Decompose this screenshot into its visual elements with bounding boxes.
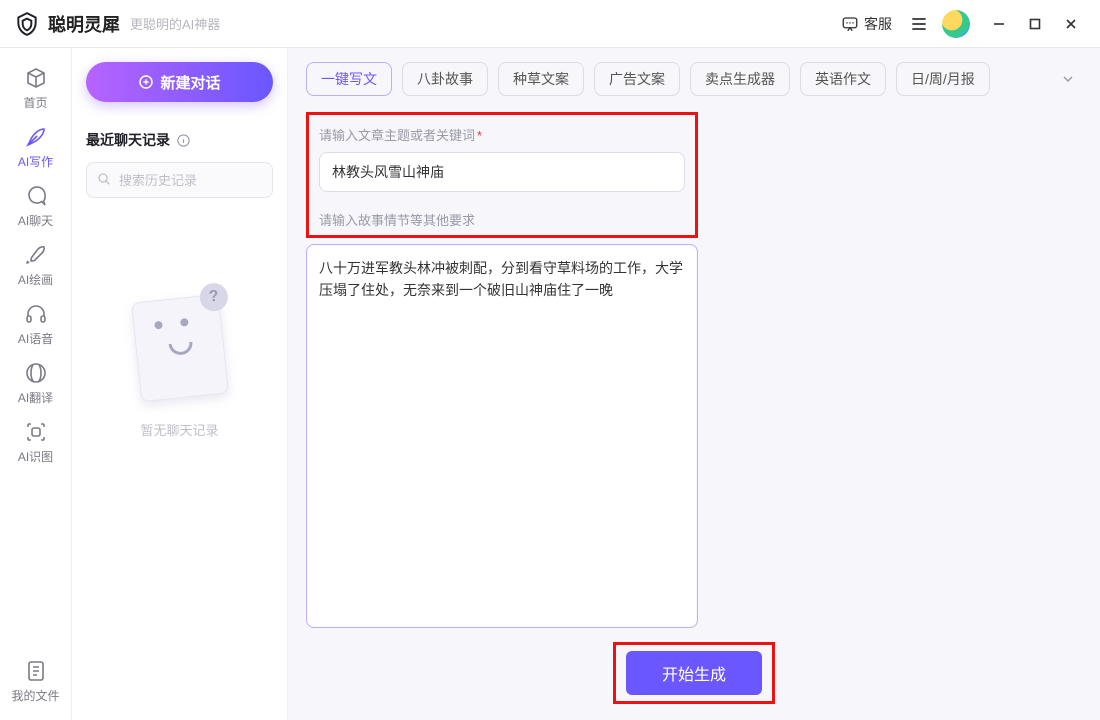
scan-icon <box>24 420 48 444</box>
sidebar-item-translate[interactable]: AI翻译 <box>6 353 66 412</box>
info-icon <box>176 133 191 148</box>
tag-report[interactable]: 日/周/月报 <box>896 62 990 96</box>
chat-history-panel: 新建对话 最近聊天记录 暂无聊天记录 <box>72 48 288 720</box>
translate-icon <box>24 361 48 385</box>
user-avatar[interactable] <box>942 10 970 38</box>
window-maximize-button[interactable] <box>1018 7 1052 41</box>
title-bar: 聪明灵犀 更聪明的AI神器 客服 <box>0 0 1100 48</box>
sidebar-item-chat[interactable]: AI聊天 <box>6 176 66 235</box>
window-minimize-button[interactable] <box>982 7 1016 41</box>
sidebar-item-home[interactable]: 首页 <box>6 58 66 117</box>
app-title: 聪明灵犀 <box>48 11 120 37</box>
support-label: 客服 <box>864 14 892 34</box>
output-area <box>714 112 1082 628</box>
brush-icon <box>24 243 48 267</box>
sidebar-item-voice[interactable]: AI语音 <box>6 294 66 353</box>
window-close-button[interactable] <box>1054 7 1088 41</box>
headphones-icon <box>24 302 48 326</box>
generate-button[interactable]: 开始生成 <box>626 651 762 695</box>
sidebar-item-label: AI翻译 <box>18 389 53 406</box>
hamburger-menu-button[interactable] <box>902 7 936 41</box>
new-chat-button[interactable]: 新建对话 <box>86 62 273 102</box>
tag-english-essay[interactable]: 英语作文 <box>800 62 886 96</box>
topic-input[interactable] <box>319 152 685 192</box>
cube-icon <box>24 66 48 90</box>
sidebar-item-my-files[interactable]: 我的文件 <box>6 651 66 710</box>
details-textarea[interactable] <box>306 244 698 628</box>
recent-chats-heading: 最近聊天记录 <box>86 130 273 150</box>
sidebar-item-image-recognition[interactable]: AI识图 <box>6 412 66 471</box>
tag-one-click-write[interactable]: 一键写文 <box>306 62 392 96</box>
history-search-input[interactable] <box>86 162 273 198</box>
highlight-annotation-top: 请输入文章主题或者关键词* 请输入故事情节等其他要求 <box>306 112 698 238</box>
template-tags-row: 一键写文 八卦故事 种草文案 广告文案 卖点生成器 英语作文 日/周/月报 <box>306 62 1082 96</box>
sidebar-item-label: 首页 <box>23 94 47 111</box>
chat-icon <box>24 184 48 208</box>
support-button[interactable]: 客服 <box>841 14 892 34</box>
main-content: 一键写文 八卦故事 种草文案 广告文案 卖点生成器 英语作文 日/周/月报 请输… <box>288 48 1100 720</box>
sidebar-nav: 首页 AI写作 AI聊天 AI绘画 AI语音 AI翻译 AI识图 我 <box>0 48 72 720</box>
expand-tags-button[interactable] <box>1054 65 1082 93</box>
app-tagline: 更聪明的AI神器 <box>130 14 220 33</box>
sidebar-item-label: AI绘画 <box>18 271 53 288</box>
new-chat-label: 新建对话 <box>160 72 220 93</box>
topic-field-label: 请输入文章主题或者关键词* <box>319 125 685 144</box>
plus-circle-icon <box>138 74 154 90</box>
app-logo-icon <box>14 11 40 37</box>
document-icon <box>24 659 48 683</box>
tag-ad-copy[interactable]: 广告文案 <box>594 62 680 96</box>
tag-selling-points[interactable]: 卖点生成器 <box>690 62 790 96</box>
chevron-down-icon <box>1060 71 1076 87</box>
feather-icon <box>24 125 48 149</box>
sidebar-item-label: AI写作 <box>18 153 53 170</box>
highlight-annotation-bottom: 开始生成 <box>613 642 775 704</box>
search-icon <box>96 171 112 187</box>
sidebar-item-writing[interactable]: AI写作 <box>6 117 66 176</box>
empty-history-illustration: 暂无聊天记录 <box>86 298 273 439</box>
sidebar-item-draw[interactable]: AI绘画 <box>6 235 66 294</box>
details-field-label: 请输入故事情节等其他要求 <box>319 210 685 229</box>
tag-gossip-story[interactable]: 八卦故事 <box>402 62 488 96</box>
tag-plant-grass-copy[interactable]: 种草文案 <box>498 62 584 96</box>
sidebar-item-label: AI聊天 <box>18 212 53 229</box>
sidebar-item-label: 我的文件 <box>11 687 59 704</box>
sidebar-item-label: AI识图 <box>18 448 53 465</box>
chat-bubble-icon <box>841 15 859 33</box>
empty-history-text: 暂无聊天记录 <box>140 420 218 439</box>
sidebar-item-label: AI语音 <box>18 330 53 347</box>
